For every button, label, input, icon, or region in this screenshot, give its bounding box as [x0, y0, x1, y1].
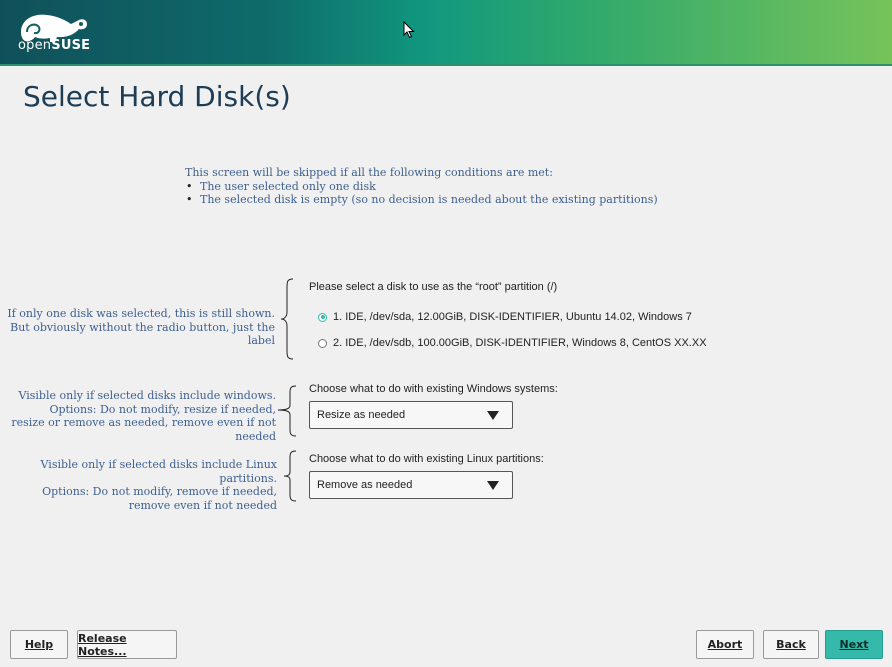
note-line: resize or remove as needed, remove even …	[11, 416, 276, 443]
note-line: Options: Do not modify, resize if needed…	[49, 402, 276, 416]
disk-option-2[interactable]: 2. IDE, /dev/sdb, 100.00GiB, DISK-IDENTI…	[318, 337, 707, 349]
header-divider	[0, 64, 892, 66]
brace-icon	[277, 385, 297, 437]
note-line: remove even if not needed	[128, 498, 277, 512]
disk-option-label: 2. IDE, /dev/sdb, 100.00GiB, DISK-IDENTI…	[333, 337, 707, 349]
triangle-down-icon	[487, 481, 499, 490]
linux-action-label: Choose what to do with existing Linux pa…	[309, 453, 544, 465]
brace-icon	[280, 278, 294, 360]
note-line: But obviously without the radio button, …	[10, 320, 275, 348]
help-button[interactable]: Help	[10, 630, 68, 659]
radio-button[interactable]	[318, 338, 327, 348]
windows-action-value: Resize as needed	[317, 409, 406, 421]
skip-conditions-note: This screen will be skipped if all the f…	[185, 166, 658, 207]
note-line: Visible only if selected disks include w…	[18, 389, 277, 402]
skip-conditions-list: The user selected only one disk The sele…	[185, 180, 658, 207]
note-line: Options: Do not modify, remove if needed…	[42, 485, 277, 498]
list-item: The selected disk is empty (so no decisi…	[186, 193, 658, 207]
logo-wordmark: openSUSE	[18, 38, 91, 53]
note-line: Visible only if selected disks include L…	[40, 458, 277, 485]
windows-options-note: Visible only if selected disks include w…	[0, 389, 276, 443]
disk-option-1[interactable]: 1. IDE, /dev/sda, 12.00GiB, DISK-IDENTIF…	[318, 311, 692, 323]
release-notes-button[interactable]: Release Notes...	[77, 630, 177, 659]
triangle-down-icon	[487, 411, 499, 420]
linux-action-dropdown[interactable]: Remove as needed	[309, 471, 513, 499]
back-button[interactable]: Back	[763, 630, 819, 659]
next-button[interactable]: Next	[825, 630, 883, 659]
page-title: Select Hard Disk(s)	[23, 80, 291, 113]
disk-selection-label: Please select a disk to use as the “root…	[309, 281, 558, 293]
list-item: The user selected only one disk	[186, 180, 658, 194]
disk-option-label: 1. IDE, /dev/sda, 12.00GiB, DISK-IDENTIF…	[333, 311, 692, 323]
windows-action-label: Choose what to do with existing Windows …	[309, 383, 558, 395]
windows-action-dropdown[interactable]: Resize as needed	[309, 401, 513, 429]
skip-conditions-intro: This screen will be skipped if all the f…	[185, 166, 553, 179]
mouse-pointer-icon	[403, 21, 415, 39]
radio-button-selected[interactable]	[318, 312, 327, 322]
brace-icon	[283, 450, 297, 502]
linux-options-note: Visible only if selected disks include L…	[0, 458, 277, 512]
abort-button[interactable]: Abort	[696, 630, 754, 659]
note-line: If only one disk was selected, this is s…	[7, 307, 275, 320]
header-banner: openSUSE	[0, 0, 892, 64]
disk-selection-note: If only one disk was selected, this is s…	[0, 307, 275, 348]
linux-action-value: Remove as needed	[317, 479, 413, 491]
